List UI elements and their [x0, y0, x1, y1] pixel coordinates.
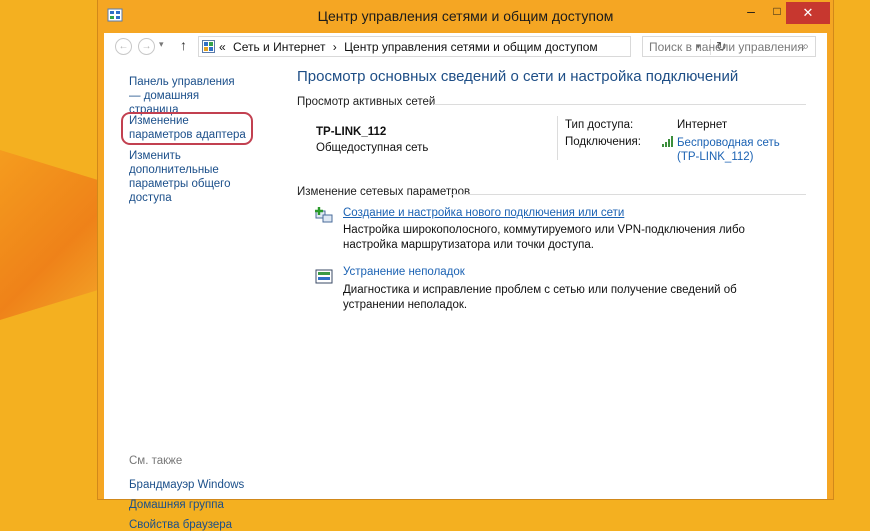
control-panel-home-link[interactable]: Панель управления — домашняя страница	[129, 75, 249, 117]
access-type-label: Тип доступа:	[565, 119, 634, 131]
address-field[interactable]: « Сеть и Интернет › Центр управления сет…	[198, 36, 727, 57]
network-info-divider	[557, 116, 558, 160]
back-button[interactable]: ←	[115, 38, 132, 55]
section-divider	[434, 104, 806, 105]
wifi-signal-icon	[662, 136, 673, 147]
advanced-sharing-settings-link[interactable]: Изменить дополнительные параметры общего…	[129, 149, 269, 205]
breadcrumb: « Сеть и Интернет › Центр управления сет…	[219, 40, 602, 54]
wireless-connection-link[interactable]: Беспроводная сеть (TP-LINK_112)	[677, 136, 787, 164]
section-divider	[451, 194, 806, 195]
windows-firewall-link[interactable]: Брандмауэр Windows	[129, 479, 244, 491]
breadcrumb-current[interactable]: Центр управления сетями и общим доступом	[344, 40, 598, 54]
up-button[interactable]: ↑	[180, 37, 187, 53]
breadcrumb-prefix[interactable]: «	[219, 40, 226, 54]
homegroup-link[interactable]: Домашняя группа	[129, 499, 224, 511]
close-button[interactable]: ✕	[786, 2, 830, 24]
internet-options-link[interactable]: Свойства браузера	[129, 519, 232, 531]
new-connection-link[interactable]: Создание и настройка нового подключения …	[343, 207, 624, 219]
network-center-window: Центр управления сетями и общим доступом…	[97, 0, 834, 531]
change-settings-heading: Изменение сетевых параметров	[297, 186, 471, 198]
desktop-background-shape	[0, 150, 100, 320]
window-title: Центр управления сетями и общим доступом	[317, 8, 614, 24]
address-toolbar: ← → ▾ ↑ « Сеть и Интернет › Центр управл…	[104, 33, 827, 60]
network-name: TP-LINK_112	[316, 126, 387, 138]
search-icon[interactable]: ⌕	[802, 39, 809, 54]
left-navigation-pane: Панель управления — домашняя страница Из…	[104, 60, 294, 531]
change-adapter-settings-link[interactable]: Изменение параметров адаптера	[129, 114, 249, 142]
control-panel-icon	[202, 40, 215, 53]
troubleshoot-description: Диагностика и исправление проблем с сеть…	[343, 284, 737, 311]
title-bar[interactable]: Центр управления сетями и общим доступом…	[98, 0, 833, 33]
window-client-area: ← → ▾ ↑ « Сеть и Интернет › Центр управл…	[104, 33, 827, 531]
new-connection-icon	[315, 207, 333, 223]
access-type-value: Интернет	[677, 119, 728, 131]
search-placeholder: Поиск в панели управления	[649, 40, 804, 54]
breadcrumb-separator[interactable]: ›	[333, 40, 337, 54]
active-networks-heading: Просмотр активных сетей	[297, 96, 436, 108]
breadcrumb-network-internet[interactable]: Сеть и Интернет	[233, 40, 325, 54]
troubleshoot-icon	[315, 269, 333, 284]
main-content: Просмотр основных сведений о сети и наст…	[294, 60, 827, 499]
page-title: Просмотр основных сведений о сети и наст…	[297, 68, 739, 85]
recent-locations-dropdown[interactable]: ▾	[159, 39, 164, 50]
troubleshoot-link[interactable]: Устранение неполадок	[343, 266, 465, 278]
connections-label: Подключения:	[565, 136, 641, 148]
network-category: Общедоступная сеть	[316, 142, 429, 154]
new-connection-description: Настройка широкополосного, коммутируемог…	[343, 224, 745, 251]
search-input[interactable]: Поиск в панели управления ⌕	[642, 36, 816, 57]
forward-button[interactable]: →	[138, 38, 155, 55]
see-also-heading: См. также	[129, 455, 183, 467]
